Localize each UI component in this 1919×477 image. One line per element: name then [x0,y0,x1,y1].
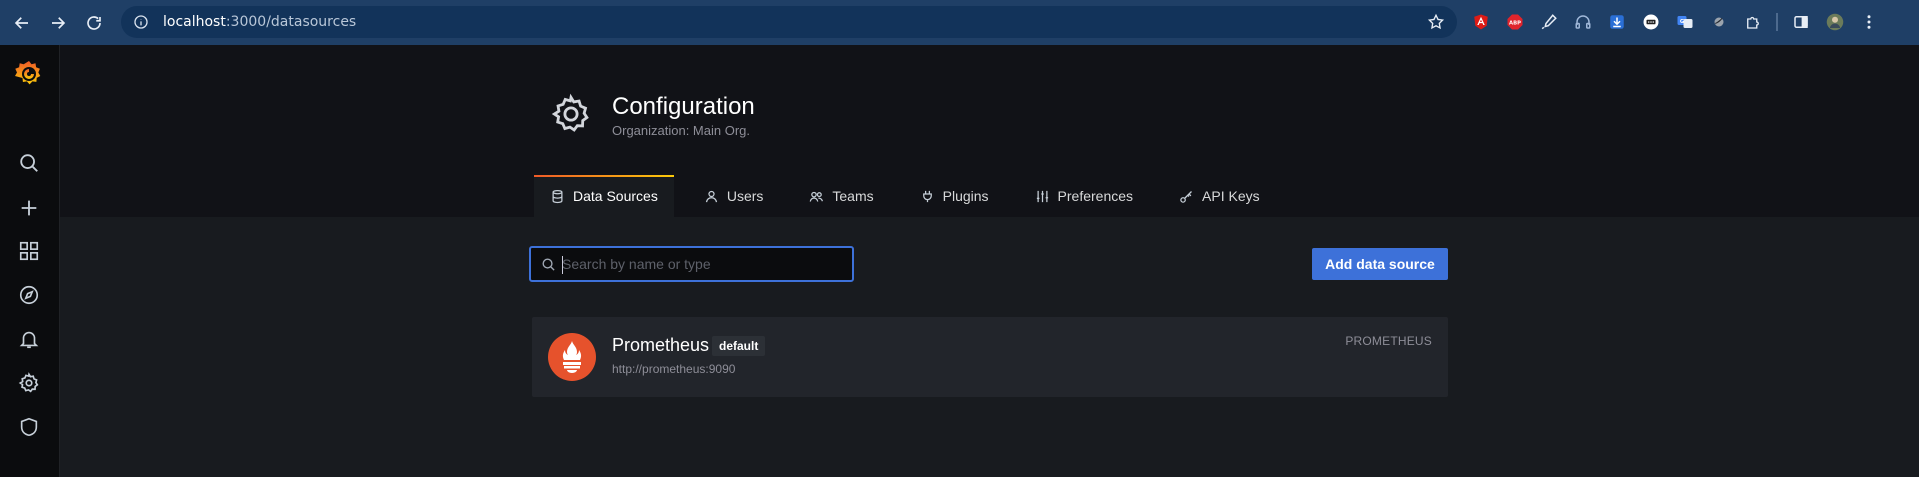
headphones-extension-icon[interactable] [1572,11,1594,33]
url-path: :3000/datasources [225,14,357,30]
sphere-extension-icon[interactable] [1708,11,1730,33]
forward-button[interactable] [46,11,70,35]
angular-extension-icon[interactable] [1470,11,1492,33]
tab-data-sources[interactable]: Data Sources [534,175,674,217]
create-plus-icon[interactable] [18,197,42,221]
page-title: Configuration [612,93,755,120]
datasource-type: PROMETHEUS [1345,334,1432,348]
svg-text:G: G [1680,19,1684,25]
plug-icon [922,190,932,202]
page-subtitle: Organization: Main Org. [612,123,751,138]
key-icon [1180,190,1192,203]
search-icon[interactable] [18,152,42,176]
prometheus-logo-icon [548,333,596,381]
address-bar[interactable]: localhost:3000/datasources [121,6,1457,38]
tab-api-keys[interactable]: API Keys [1163,175,1276,217]
config-tabs: Data Sources Users Teams Plugins Prefere… [534,175,1290,217]
datasource-url: http://prometheus:9090 [612,362,736,376]
grafana-logo-icon[interactable] [13,58,45,90]
tab-teams[interactable]: Teams [793,175,889,217]
dots-extension-icon[interactable] [1640,11,1662,33]
database-icon [552,189,563,203]
url-text: localhost:3000/datasources [163,14,356,30]
datasource-name: Prometheus [612,335,710,355]
tab-label: Users [726,188,764,204]
kebab-menu-icon[interactable] [1858,11,1880,33]
side-menu [0,45,60,477]
server-admin-shield-icon[interactable] [18,416,42,440]
bookmark-star-icon[interactable] [1427,13,1445,31]
url-host: localhost [163,14,226,30]
divider-icon [1776,13,1778,31]
back-button[interactable] [10,11,34,35]
default-badge: default [712,336,766,356]
color-picker-extension-icon[interactable] [1538,11,1560,33]
explore-compass-icon[interactable] [18,284,42,308]
sliders-icon [1036,190,1048,202]
search-input[interactable] [562,256,842,272]
dashboards-grid-icon[interactable] [18,240,42,264]
download-extension-icon[interactable] [1606,11,1628,33]
adblock-extension-icon[interactable]: ABP [1504,11,1526,33]
tab-label: Teams [832,188,874,204]
search-icon [542,258,555,271]
profile-avatar-icon[interactable] [1824,11,1846,33]
search-box[interactable] [529,246,854,282]
site-info-icon[interactable] [133,14,149,30]
alerting-bell-icon[interactable] [18,328,42,352]
tab-users[interactable]: Users [688,175,780,217]
tab-label: Data Sources [573,188,658,204]
browser-toolbar: localhost:3000/datasources ABP G [0,0,1919,45]
svg-text:ABP: ABP [1509,20,1521,26]
tab-plugins[interactable]: Plugins [904,175,1005,217]
datasource-card[interactable]: Prometheus default http://prometheus:909… [532,317,1448,397]
configuration-gear-icon[interactable] [18,372,42,396]
tab-label: API Keys [1202,188,1260,204]
user-icon [705,190,717,202]
reload-button[interactable] [82,11,106,35]
configuration-header-gear-icon [550,93,592,135]
translate-extension-icon[interactable]: G [1674,11,1696,33]
users-icon [810,191,824,202]
extensions-bar: ABP G [1470,9,1880,35]
add-data-source-button[interactable]: Add data source [1312,248,1448,280]
tab-label: Plugins [942,188,989,204]
puzzle-extensions-icon[interactable] [1742,11,1764,33]
tab-preferences[interactable]: Preferences [1019,175,1149,217]
text-caret [562,256,563,274]
tab-label: Preferences [1057,188,1134,204]
side-panel-icon[interactable] [1790,11,1812,33]
